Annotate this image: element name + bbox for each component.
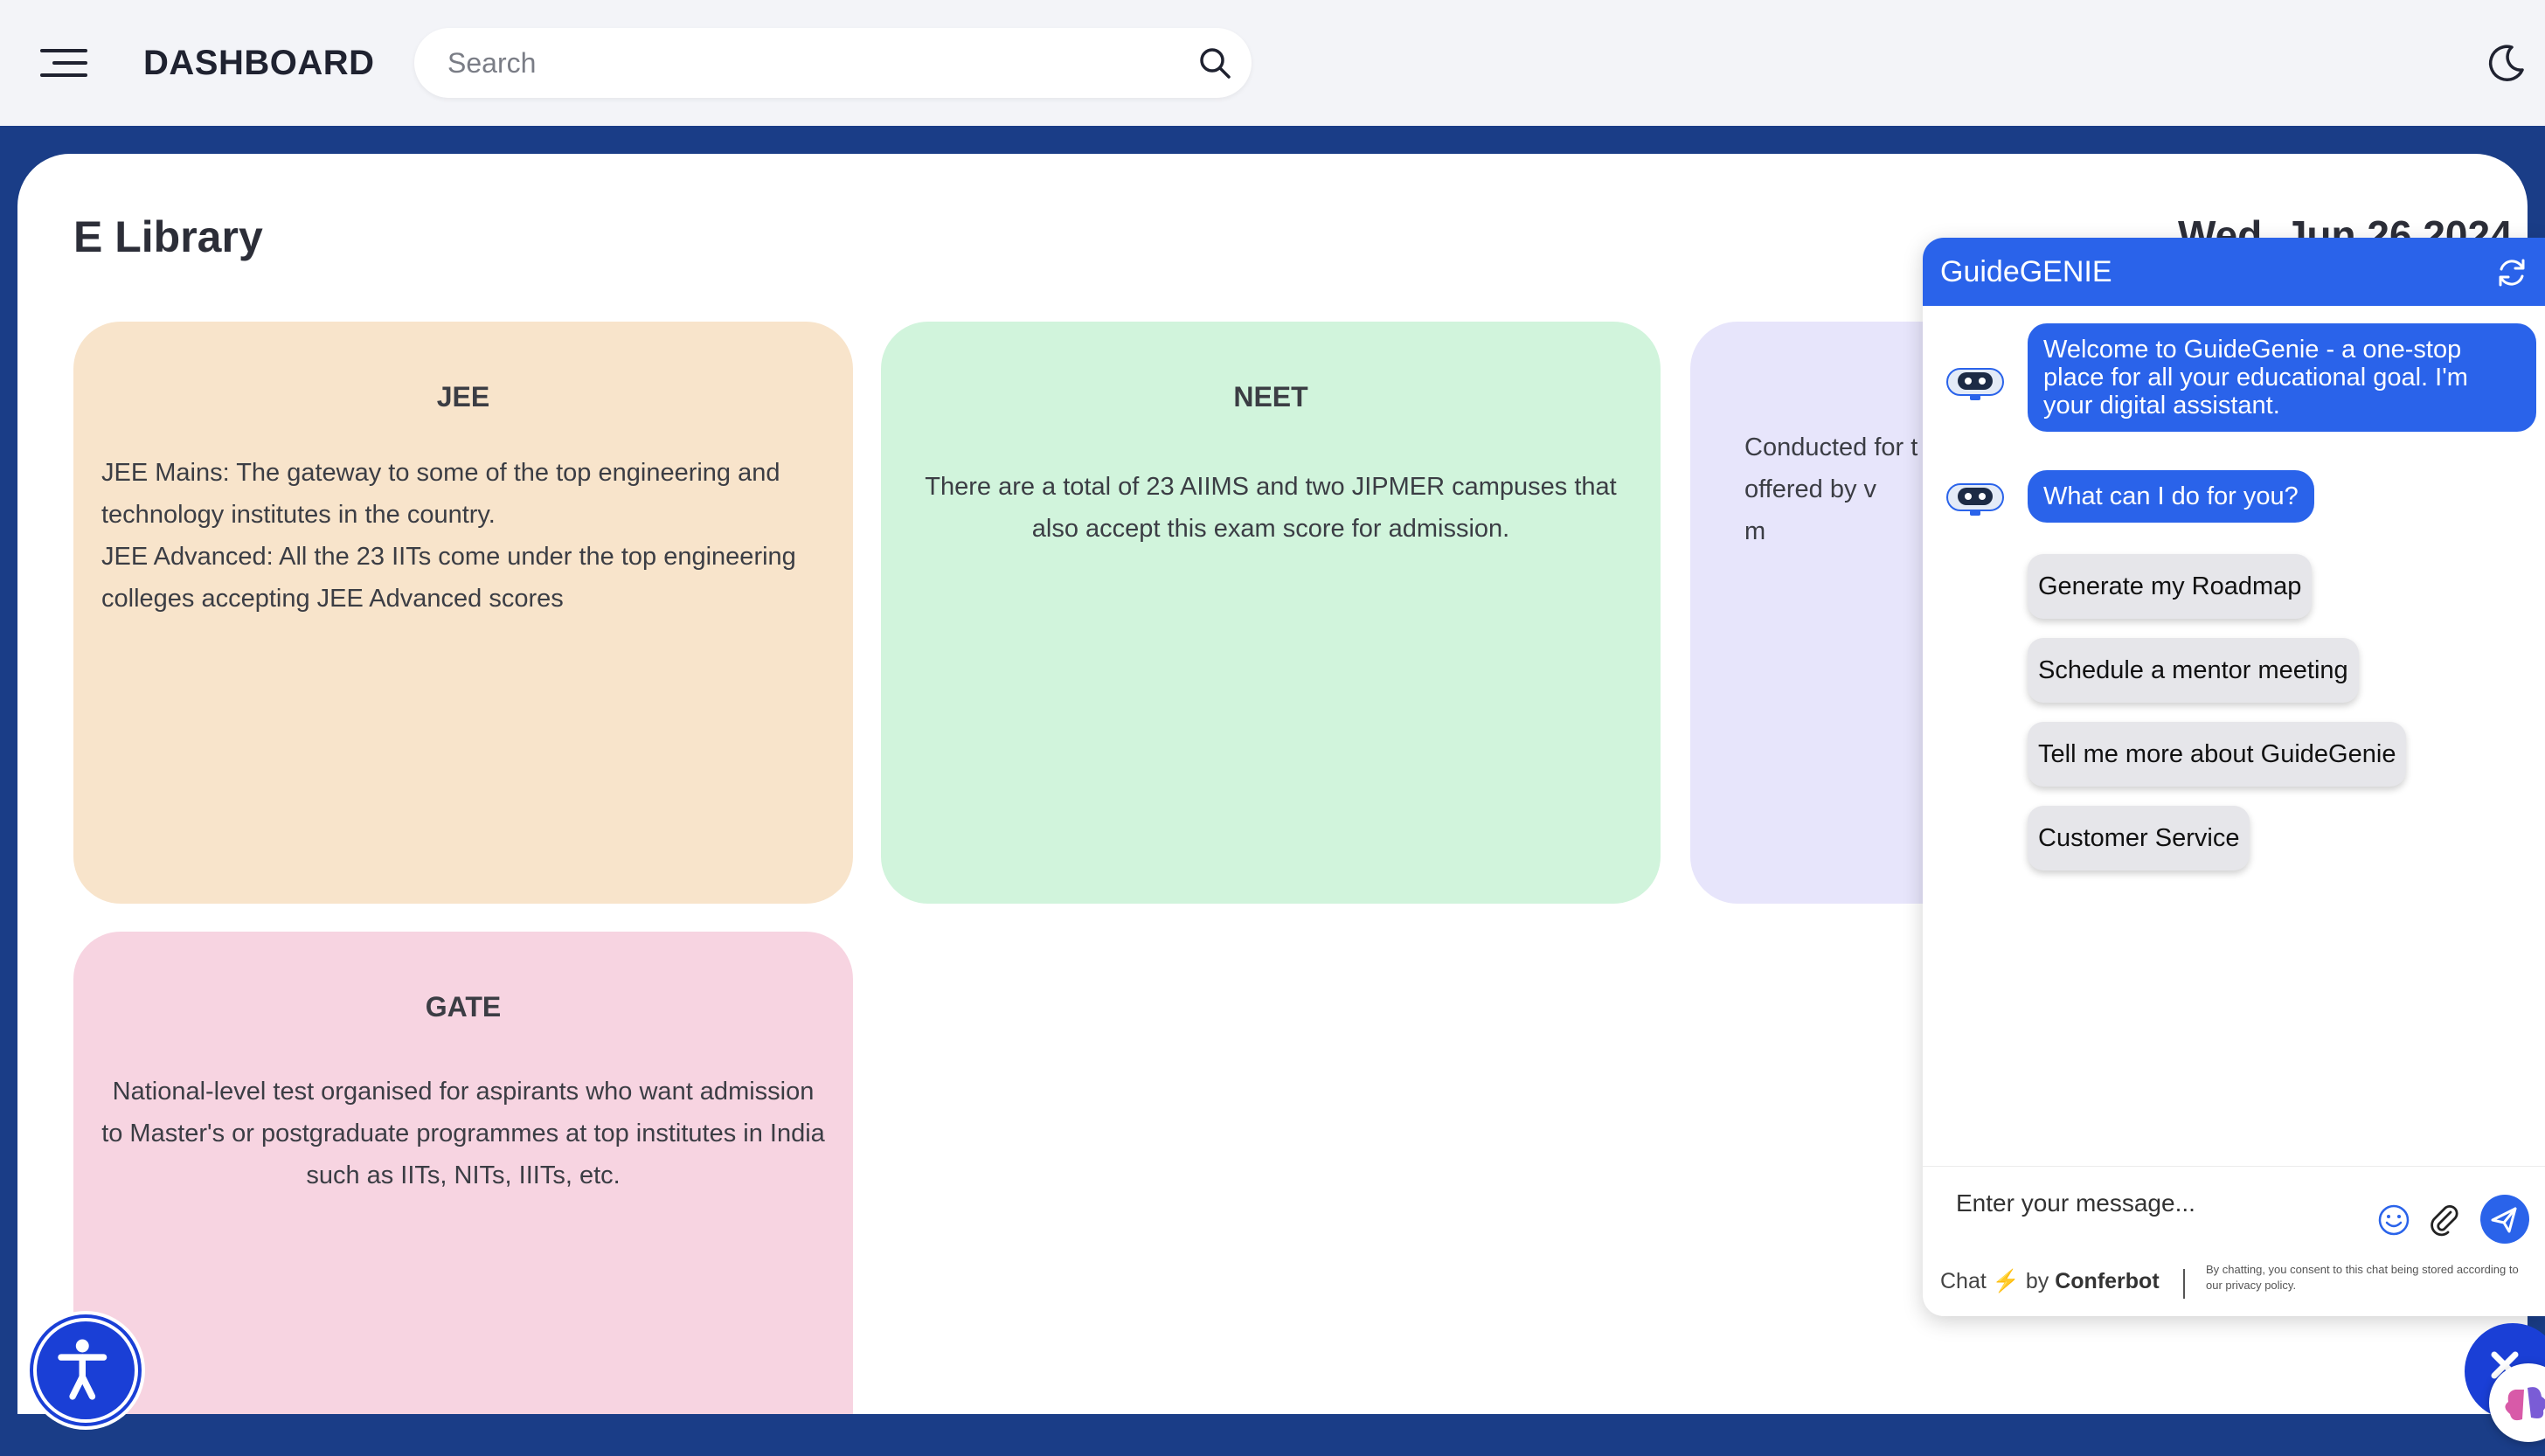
chat-title: GuideGENIE [1940, 255, 2112, 288]
refresh-icon[interactable] [2494, 255, 2529, 290]
chat-option-roadmap[interactable]: Generate my Roadmap [2028, 554, 2313, 619]
bot-message: What can I do for you? [2028, 470, 2314, 523]
chat-option-about[interactable]: Tell me more about GuideGenie [2028, 722, 2407, 787]
bolt-icon: ⚡ [1992, 1269, 2020, 1293]
bot-message: Welcome to GuideGenie - a one-stop place… [2028, 323, 2536, 432]
card-title: GATE [425, 991, 502, 1023]
exam-card-jee[interactable]: JEE JEE Mains: The gateway to some of th… [73, 322, 853, 904]
bot-avatar-icon [1946, 368, 2004, 400]
menu-icon[interactable] [40, 49, 87, 77]
card-title: JEE [436, 381, 490, 413]
powered-by[interactable]: Chat ⚡ by Conferbot [1940, 1269, 2160, 1294]
emoji-icon[interactable] [2377, 1203, 2410, 1237]
send-icon [2491, 1207, 2517, 1233]
page-title: E Library [73, 212, 263, 261]
footer-divider [2183, 1269, 2185, 1299]
exam-card-neet[interactable]: NEET There are a total of 23 AIIMS and t… [881, 322, 1661, 904]
send-button[interactable] [2480, 1195, 2529, 1244]
chat-header: GuideGENIE [1923, 238, 2545, 306]
attachment-icon[interactable] [2426, 1202, 2461, 1237]
chat-footer: Chat ⚡ by Conferbot By chatting, you con… [1923, 1257, 2545, 1309]
brain-icon[interactable] [2489, 1363, 2545, 1442]
app-title: DASHBOARD [143, 44, 375, 82]
chat-widget: GuideGENIE Welcome to GuideGenie - a one… [1923, 238, 2545, 1316]
moon-icon[interactable] [2486, 42, 2528, 84]
top-bar: DASHBOARD [0, 0, 2545, 126]
chat-option-customer-service[interactable]: Customer Service [2028, 806, 2250, 870]
accessibility-button[interactable] [26, 1311, 145, 1430]
card-text: JEE Mains: The gateway to some of the to… [101, 459, 780, 529]
card-text: National-level test organised for aspira… [101, 1078, 825, 1189]
exam-card-gate[interactable]: GATE National-level test organised for a… [73, 932, 853, 1414]
brain-icon-glyph [2505, 1387, 2545, 1421]
search-bar[interactable] [414, 28, 1252, 98]
search-input[interactable] [447, 28, 1164, 98]
chat-composer [1923, 1166, 2545, 1250]
card-title: NEET [1233, 381, 1308, 413]
chat-message-input[interactable] [1956, 1179, 2367, 1228]
card-text: JEE Advanced: All the 23 IITs come under… [101, 543, 796, 613]
card-text: There are a total of 23 AIIMS and two JI… [925, 473, 1617, 543]
search-icon[interactable] [1197, 45, 1232, 80]
bot-avatar-icon [1946, 483, 2004, 516]
chat-option-mentor-meeting[interactable]: Schedule a mentor meeting [2028, 638, 2359, 703]
consent-text: By chatting, you consent to this chat be… [2206, 1263, 2519, 1292]
accessibility-icon [58, 1339, 107, 1400]
